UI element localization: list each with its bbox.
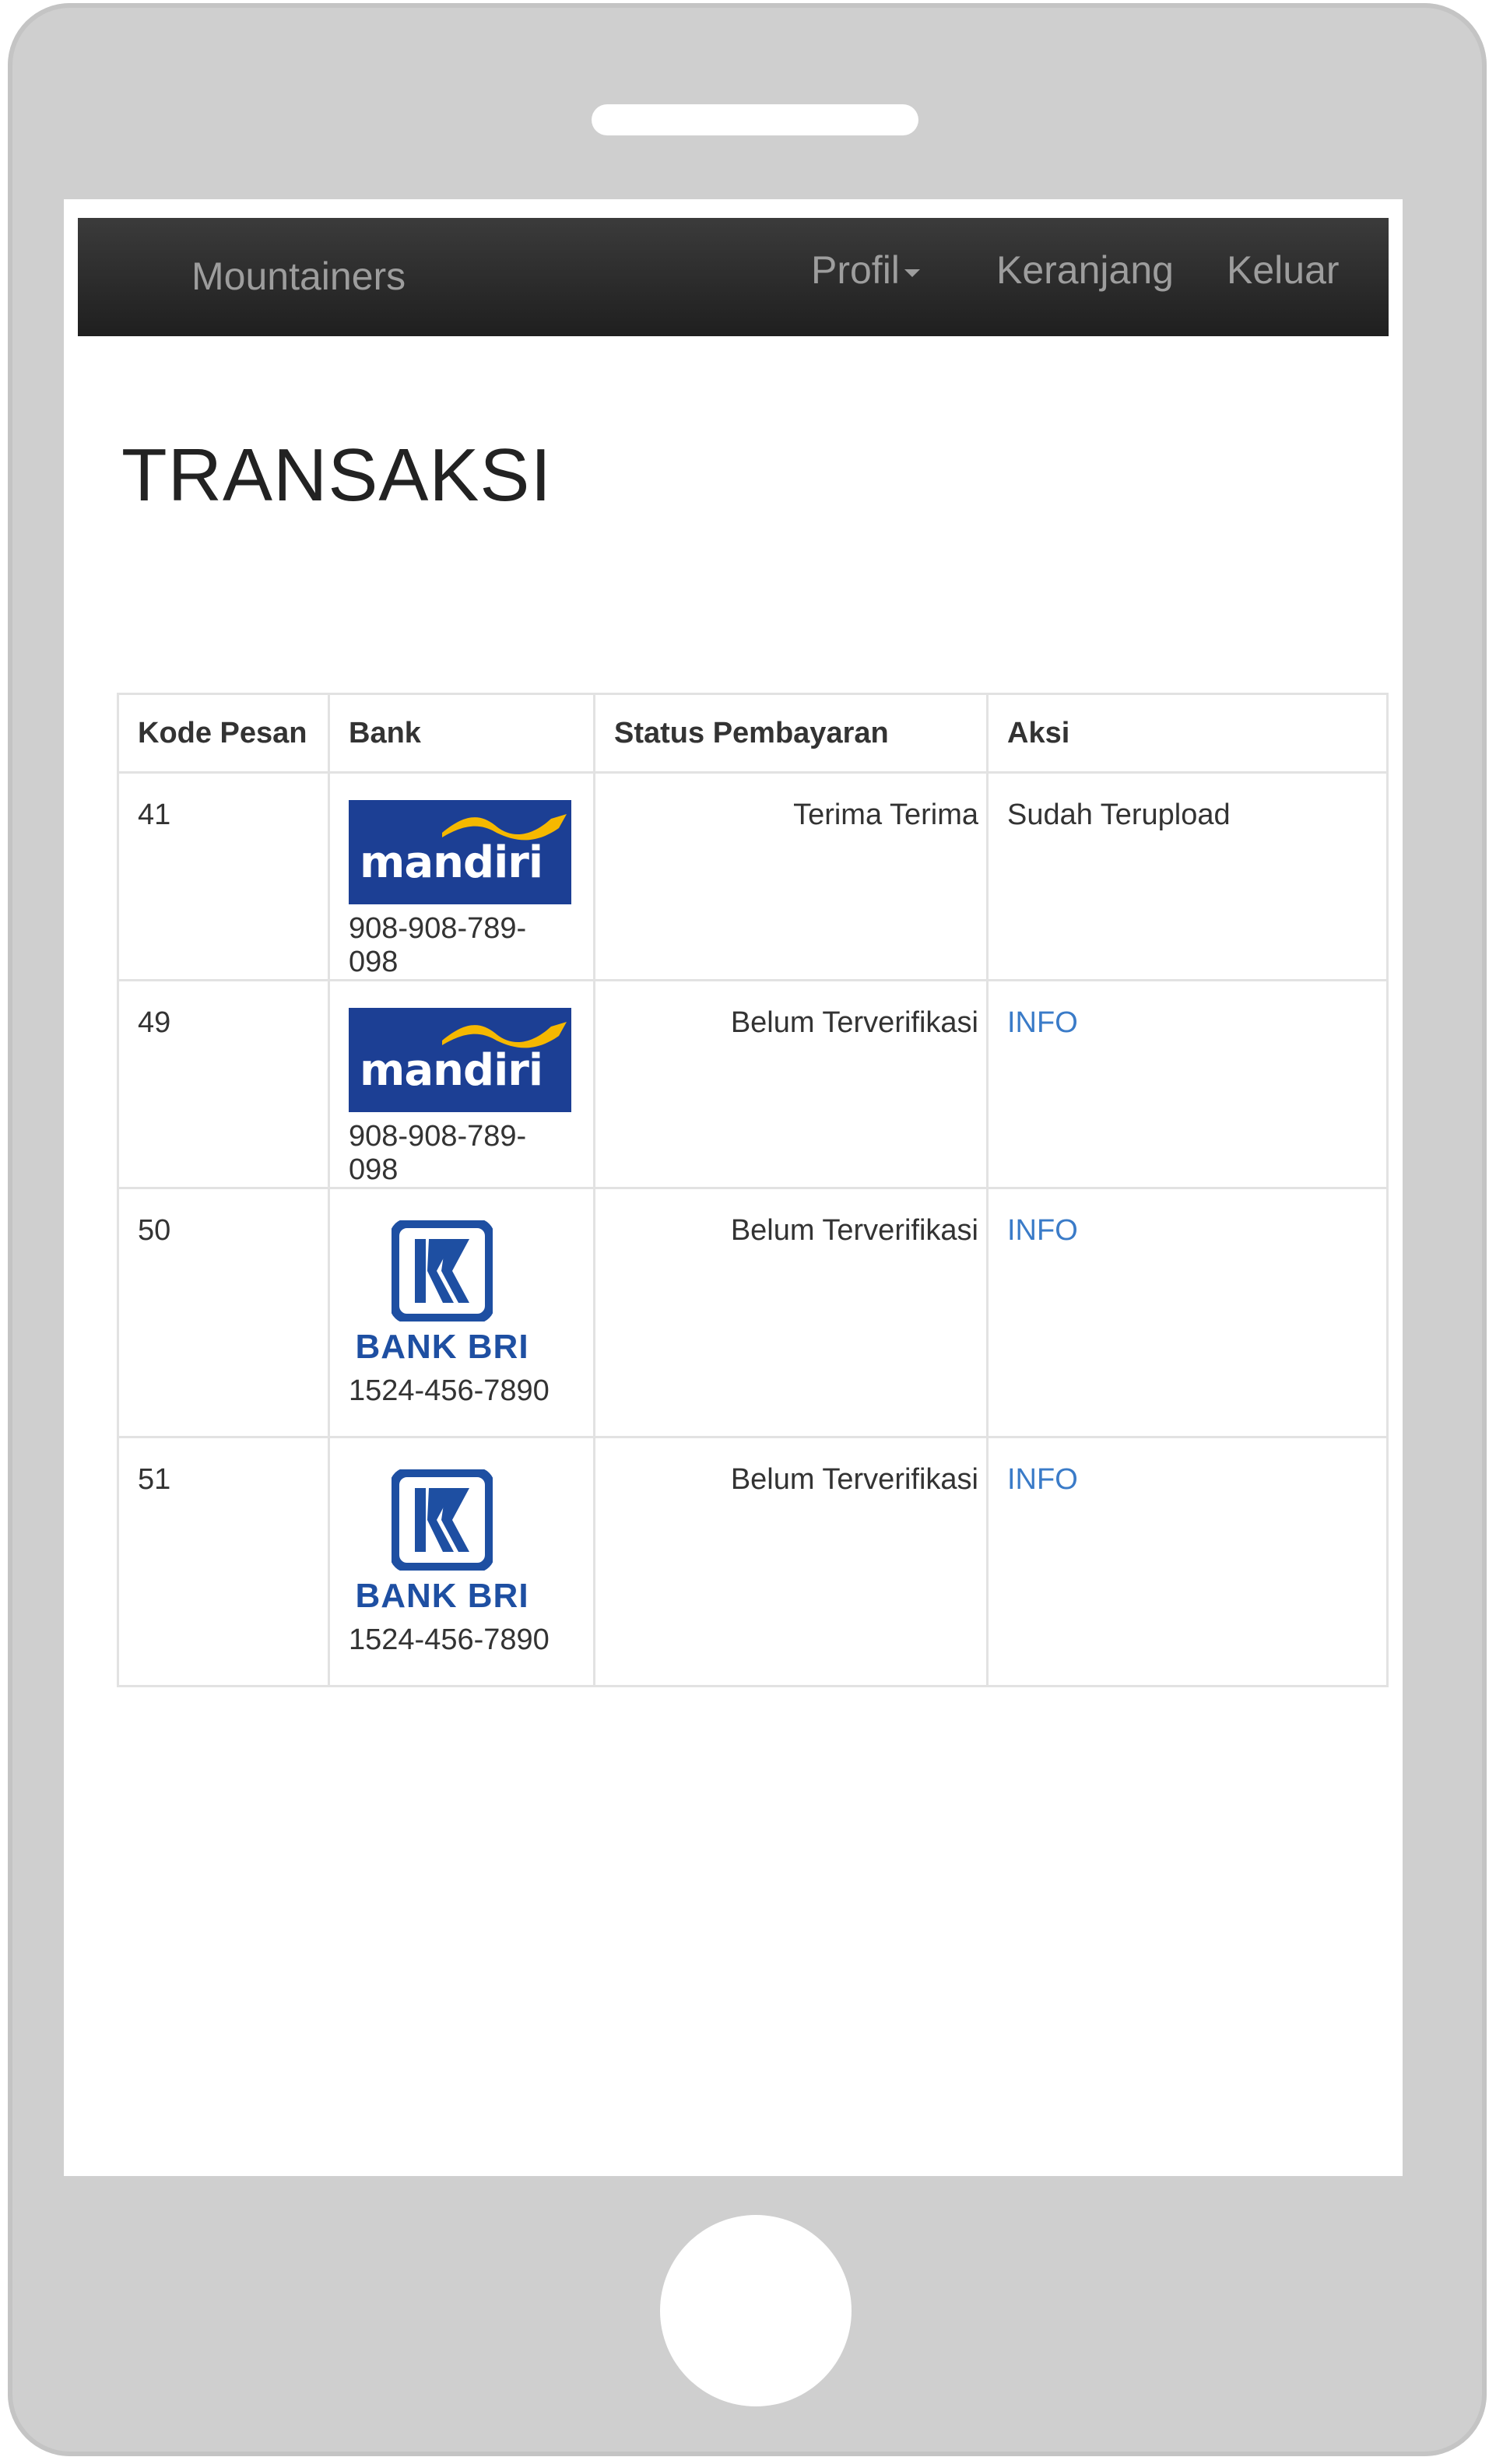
page-title: TRANSAKSI <box>121 433 553 517</box>
account-number: 908-908-789-098 <box>349 912 527 978</box>
cell-aksi: INFO <box>986 1187 1389 1438</box>
caret-down-icon <box>904 269 920 277</box>
cell-kode: 41 <box>117 771 330 981</box>
header-aksi: Aksi <box>986 693 1389 774</box>
account-number: 1524-456-7890 <box>349 1374 550 1407</box>
table-header-row: Kode Pesan Bank Status Pembayaran Aksi <box>117 693 1389 774</box>
table-row: 49 mandiri 908-908-789-098 Belum Terveri… <box>117 979 1389 1189</box>
bri-logo-word: BANK BRI <box>355 1328 529 1366</box>
cell-status: Terima Terima <box>593 771 989 981</box>
info-link[interactable]: INFO <box>1007 1463 1078 1496</box>
cell-status: Belum Terverifikasi <box>593 1187 989 1438</box>
cell-aksi: INFO <box>986 979 1389 1189</box>
mandiri-logo-word: mandiri <box>360 1045 543 1096</box>
info-link[interactable]: INFO <box>1007 1214 1078 1247</box>
cell-status: Belum Terverifikasi <box>593 979 989 1189</box>
table-row: 41 mandiri 908-908-789-098 Terima Terima… <box>117 771 1389 981</box>
screen: Mountainers Profil Keranjang Keluar TRAN… <box>64 199 1403 2176</box>
account-number: 908-908-789-098 <box>349 1120 527 1186</box>
header-kode-pesan: Kode Pesan <box>117 693 330 774</box>
cell-bank: mandiri 908-908-789-098 <box>328 979 595 1189</box>
nav-item-profil[interactable]: Profil <box>811 247 920 293</box>
cell-kode: 50 <box>117 1187 330 1438</box>
mandiri-logo: mandiri <box>349 800 571 904</box>
bri-logo: BANK BRI <box>349 1469 536 1616</box>
account-number: 1524-456-7890 <box>349 1623 550 1656</box>
cell-bank: BANK BRI 1524-456-7890 <box>328 1187 595 1438</box>
header-status: Status Pembayaran <box>593 693 989 774</box>
nav-item-keluar[interactable]: Keluar <box>1227 247 1340 293</box>
transactions-table: Kode Pesan Bank Status Pembayaran Aksi 4… <box>117 693 1389 1687</box>
cell-bank: BANK BRI 1524-456-7890 <box>328 1436 595 1687</box>
navbar: Mountainers Profil Keranjang Keluar <box>78 218 1389 336</box>
header-bank: Bank <box>328 693 595 774</box>
cell-status: Belum Terverifikasi <box>593 1436 989 1687</box>
cell-aksi: INFO <box>986 1436 1389 1687</box>
nav-item-profil-label: Profil <box>811 248 900 292</box>
info-link[interactable]: INFO <box>1007 1006 1078 1039</box>
cell-bank: mandiri 908-908-789-098 <box>328 771 595 981</box>
table-row: 51 BANK BRI 1524-456-7890 Belum Terverif… <box>117 1436 1389 1687</box>
home-button[interactable] <box>660 2215 852 2406</box>
table-row: 50 BANK BRI 1524-456-7890 Belum Terverif… <box>117 1187 1389 1438</box>
phone-speaker <box>592 104 918 135</box>
mandiri-logo: mandiri <box>349 1008 571 1112</box>
bri-logo: BANK BRI <box>349 1220 536 1367</box>
cell-kode: 49 <box>117 979 330 1189</box>
cell-kode: 51 <box>117 1436 330 1687</box>
navbar-brand[interactable]: Mountainers <box>191 254 406 299</box>
mandiri-logo-word: mandiri <box>360 837 543 888</box>
bri-logo-word: BANK BRI <box>355 1577 529 1615</box>
nav-item-keranjang[interactable]: Keranjang <box>996 247 1174 293</box>
cell-aksi: Sudah Terupload <box>986 771 1389 981</box>
